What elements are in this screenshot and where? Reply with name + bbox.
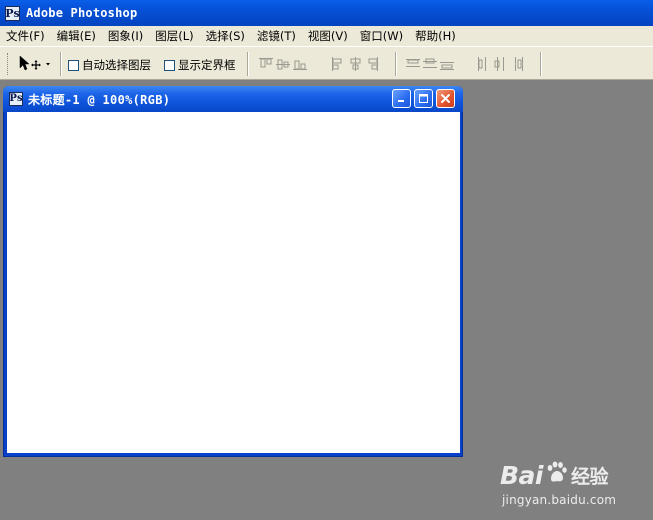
align-vertical-group	[258, 56, 309, 72]
document-icon[interactable]: Ps	[9, 92, 23, 106]
distribute-vertical-centers-icon[interactable]	[422, 56, 438, 72]
document-canvas[interactable]	[7, 112, 460, 453]
align-vertical-centers-icon[interactable]	[275, 56, 291, 72]
menu-image[interactable]: 图象(I)	[102, 26, 149, 46]
distribute-bottom-icon[interactable]	[439, 56, 455, 72]
document-title: 未标题-1 @ 100%(RGB)	[28, 92, 171, 107]
distribute-right-icon[interactable]	[509, 56, 525, 72]
menu-layer[interactable]: 图层(L)	[149, 26, 199, 46]
baidu-logo: Bai 经验	[500, 460, 609, 490]
toolbar-separator	[395, 52, 397, 76]
menu-edit[interactable]: 编辑(E)	[51, 26, 102, 46]
align-left-edges-icon[interactable]	[330, 56, 346, 72]
checkbox-box[interactable]	[164, 59, 175, 71]
align-horizontal-group	[330, 56, 381, 72]
tool-preset-picker[interactable]	[18, 55, 52, 73]
auto-select-layer-checkbox[interactable]: 自动选择图层	[68, 57, 151, 73]
document-window[interactable]: Ps 未标题-1 @ 100%(RGB)	[3, 86, 463, 457]
photoshop-app-icon[interactable]: Ps	[5, 5, 20, 21]
baidu-logo-prefix: Bai	[500, 460, 544, 490]
distribute-left-icon[interactable]	[475, 56, 491, 72]
align-right-edges-icon[interactable]	[364, 56, 380, 72]
menu-bar: 文件(F) 编辑(E) 图象(I) 图层(L) 选择(S) 滤镜(T) 视图(V…	[0, 26, 653, 46]
distribute-horizontal-group	[475, 56, 526, 72]
watermark-url: jingyan.baidu.com	[502, 493, 617, 507]
toolbar-separator	[60, 52, 62, 76]
maximize-button[interactable]	[414, 89, 433, 108]
document-title-bar[interactable]: Ps 未标题-1 @ 100%(RGB)	[3, 86, 463, 112]
show-bounding-box-label: 显示定界框	[178, 58, 236, 72]
menu-view[interactable]: 视图(V)	[302, 26, 354, 46]
menu-filter[interactable]: 滤镜(T)	[251, 26, 302, 46]
distribute-horizontal-centers-icon[interactable]	[492, 56, 508, 72]
distribute-top-icon[interactable]	[405, 56, 421, 72]
align-horizontal-centers-icon[interactable]	[347, 56, 363, 72]
move-tool-icon	[19, 55, 50, 71]
baidu-jingyan-watermark: Bai 经验 jingyan.baidu.com	[500, 460, 650, 518]
jingyan-logo-text: 经验	[571, 465, 609, 488]
toolbar-separator	[540, 52, 542, 76]
toolbar-grip-handle[interactable]	[7, 53, 10, 75]
baidu-paw-icon	[544, 460, 568, 490]
show-bounding-box-checkbox[interactable]: 显示定界框	[164, 57, 236, 73]
menu-window[interactable]: 窗口(W)	[354, 26, 409, 46]
app-title-bar[interactable]: Ps Adobe Photoshop	[0, 0, 653, 26]
close-button[interactable]	[436, 89, 455, 108]
app-title: Adobe Photoshop	[26, 6, 138, 20]
close-icon	[441, 94, 450, 103]
minimize-button[interactable]	[392, 89, 411, 108]
align-top-edges-icon[interactable]	[258, 56, 274, 72]
maximize-icon	[419, 94, 428, 103]
align-bottom-edges-icon[interactable]	[292, 56, 308, 72]
checkbox-box[interactable]	[68, 59, 79, 71]
auto-select-layer-label: 自动选择图层	[82, 58, 151, 72]
options-bar: 自动选择图层 显示定界框	[0, 46, 653, 80]
menu-file[interactable]: 文件(F)	[0, 26, 51, 46]
menu-help[interactable]: 帮助(H)	[409, 26, 462, 46]
menu-select[interactable]: 选择(S)	[200, 26, 251, 46]
toolbar-separator	[247, 52, 249, 76]
minimize-icon	[398, 100, 404, 102]
distribute-vertical-group	[405, 56, 456, 72]
